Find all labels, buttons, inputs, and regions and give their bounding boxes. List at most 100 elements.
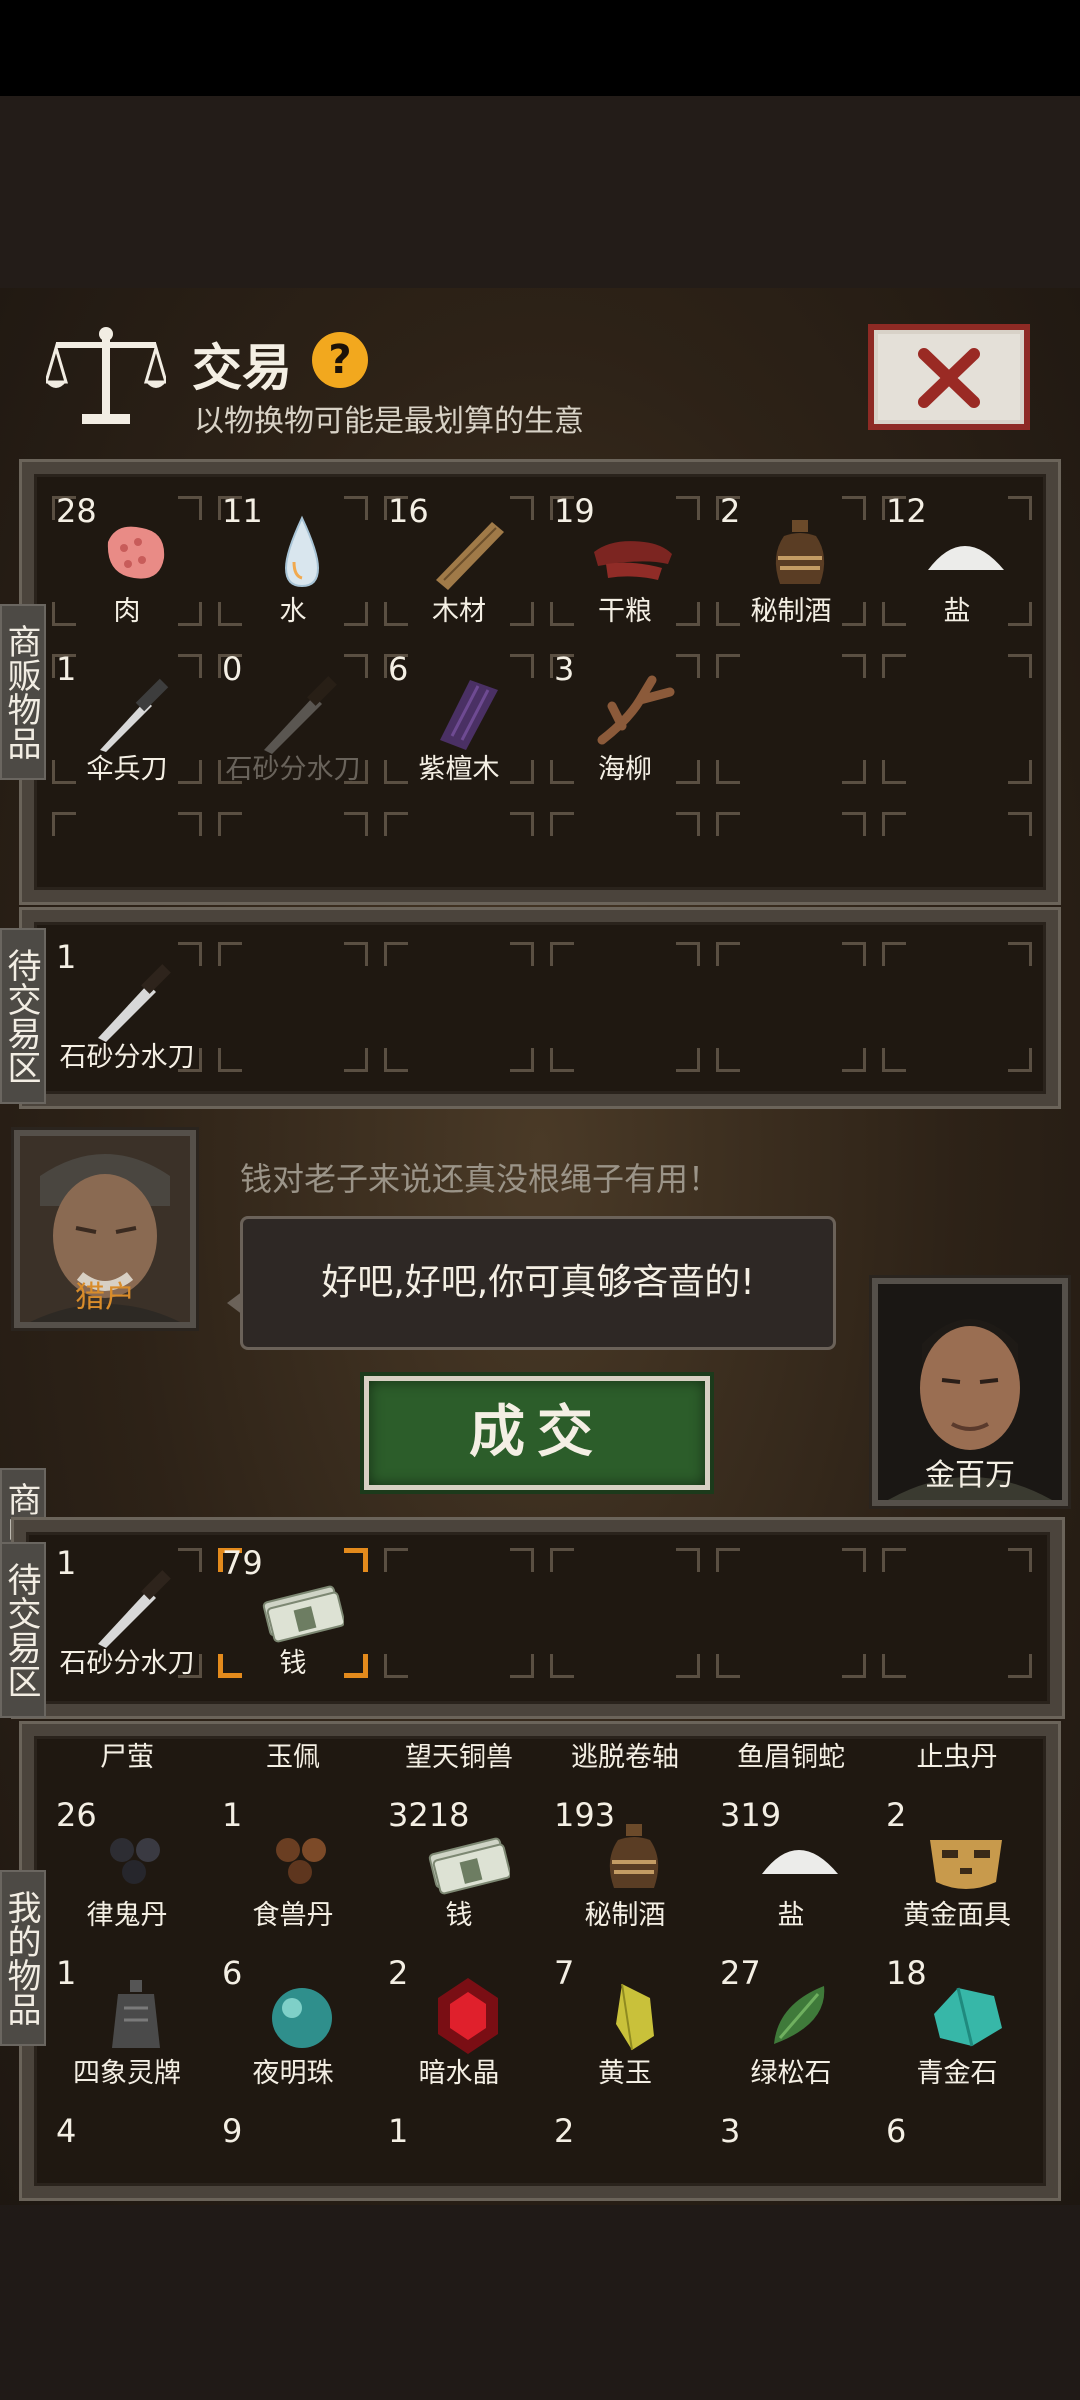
player-item-slot[interactable]: 鱼眉铜蛇 bbox=[710, 1738, 872, 1782]
player-item-slot[interactable]: 6 bbox=[876, 2106, 1038, 2178]
pills-brown-icon bbox=[276, 1838, 326, 1884]
item-count: 6 bbox=[388, 650, 409, 688]
item-name: 逃脱卷轴 bbox=[571, 1742, 679, 1773]
player-item-slot[interactable]: 2 暗水晶 bbox=[378, 1948, 540, 2098]
item-name: 干粮 bbox=[598, 596, 652, 627]
merchant-item-slot[interactable]: 2 秘制酒 bbox=[710, 486, 872, 636]
player-item-slot[interactable]: 3218 钱 bbox=[378, 1790, 540, 1940]
help-button[interactable]: ? bbox=[312, 332, 368, 388]
item-name: 木材 bbox=[432, 596, 486, 627]
player-item-slot[interactable]: 止虫丹 bbox=[876, 1738, 1038, 1782]
merchant-item-slot[interactable]: 16 木材 bbox=[378, 486, 540, 636]
empty-slot[interactable] bbox=[544, 932, 706, 1082]
merchant-item-slot[interactable]: 3 海柳 bbox=[544, 644, 706, 794]
merchant-pending-label: 待交易区 bbox=[0, 928, 46, 1104]
merchant-item-slot[interactable]: 28 肉 bbox=[46, 486, 208, 636]
player-item-slot[interactable]: 1 bbox=[378, 2106, 540, 2178]
deal-button[interactable]: 成交 bbox=[364, 1376, 710, 1490]
empty-slot[interactable] bbox=[378, 1538, 540, 1688]
salt-icon bbox=[928, 546, 1004, 570]
player-item-slot[interactable]: 1 四象灵牌 bbox=[46, 1948, 208, 2098]
item-count: 6 bbox=[222, 1954, 243, 1992]
player-item-slot[interactable]: 望天铜兽 bbox=[378, 1738, 540, 1782]
empty-slot[interactable] bbox=[46, 802, 208, 862]
player-item-slot[interactable]: 1 食兽丹 bbox=[212, 1790, 374, 1940]
pending-item-slot[interactable]: 1 石砂分水刀 bbox=[46, 932, 208, 1082]
player-portrait[interactable]: 金百万 bbox=[872, 1278, 1068, 1506]
player-item-slot[interactable]: 2 黄金面具 bbox=[876, 1790, 1038, 1940]
jerky-icon bbox=[594, 541, 672, 580]
item-name: 肉 bbox=[113, 596, 141, 627]
empty-slot[interactable] bbox=[710, 802, 872, 862]
merchant-item-slot[interactable]: 11 水 bbox=[212, 486, 374, 636]
player-item-slot[interactable]: 9 bbox=[212, 2106, 374, 2178]
empty-slot[interactable] bbox=[876, 802, 1038, 862]
item-name: 海柳 bbox=[598, 754, 652, 785]
item-count: 2 bbox=[886, 1796, 907, 1834]
player-item-slot[interactable]: 6 夜明珠 bbox=[212, 1948, 374, 2098]
page-subtitle: 以物换物可能是最划算的生意 bbox=[194, 404, 584, 439]
item-name: 鱼眉铜蛇 bbox=[737, 1742, 845, 1773]
empty-slot[interactable] bbox=[876, 932, 1038, 1082]
empty-slot[interactable] bbox=[378, 802, 540, 862]
empty-slot[interactable] bbox=[544, 802, 706, 862]
item-name: 食兽丹 bbox=[252, 1900, 334, 1931]
merchant-item-slot[interactable]: 12 盐 bbox=[876, 486, 1038, 636]
knife-icon bbox=[98, 964, 171, 1042]
player-item-slot[interactable]: 尸萤 bbox=[46, 1738, 208, 1782]
player-item-slot[interactable]: 7 黄玉 bbox=[544, 1948, 706, 2098]
npc-portrait[interactable]: 猎户 bbox=[14, 1130, 196, 1328]
pills-dark-icon bbox=[110, 1838, 160, 1884]
npc-dialog-line: 钱对老子来说还真没根绳子有用！ bbox=[240, 1160, 721, 1198]
empty-slot[interactable] bbox=[212, 802, 374, 862]
player-item-slot[interactable]: 玉佩 bbox=[212, 1738, 374, 1782]
empty-slot[interactable] bbox=[710, 932, 872, 1082]
item-count: 3 bbox=[554, 650, 575, 688]
empty-slot[interactable] bbox=[876, 1538, 1038, 1688]
merchant-item-slot[interactable]: 6 紫檀木 bbox=[378, 644, 540, 794]
player-item-slot[interactable]: 2 bbox=[544, 2106, 706, 2178]
pending-item-slot[interactable]: 1 石砂分水刀 bbox=[46, 1538, 208, 1688]
empty-slot[interactable] bbox=[710, 1538, 872, 1688]
item-count: 12 bbox=[886, 492, 927, 530]
player-item-slot[interactable]: 18 青金石 bbox=[876, 1948, 1038, 2098]
bell-icon bbox=[112, 1980, 160, 2048]
gold-mask-icon bbox=[930, 1840, 1002, 1889]
item-count: 7 bbox=[554, 1954, 575, 1992]
item-name: 盐 bbox=[777, 1900, 805, 1931]
item-name: 石砂分水刀 bbox=[225, 754, 361, 785]
item-name: 青金石 bbox=[916, 2058, 998, 2089]
my-goods-scroll[interactable]: 尸萤 玉佩 望天铜兽 逃脱卷轴 鱼眉铜蛇 止虫丹 26 律鬼丹 1 食兽丹 32… bbox=[46, 1738, 1046, 2178]
player-item-slot[interactable]: 3 bbox=[710, 2106, 872, 2178]
empty-slot[interactable] bbox=[378, 932, 540, 1082]
empty-slot[interactable] bbox=[876, 644, 1038, 794]
item-name: 玉佩 bbox=[266, 1742, 320, 1773]
player-item-slot[interactable]: 27 绿松石 bbox=[710, 1948, 872, 2098]
sea-willow-icon bbox=[597, 675, 675, 745]
player-item-slot[interactable]: 26 律鬼丹 bbox=[46, 1790, 208, 1940]
empty-slot[interactable] bbox=[710, 644, 872, 794]
item-count: 0 bbox=[222, 650, 243, 688]
empty-slot[interactable] bbox=[544, 1538, 706, 1688]
topaz-icon bbox=[616, 1983, 654, 2051]
turquoise-icon bbox=[774, 1986, 825, 2044]
player-item-slot[interactable]: 193 秘制酒 bbox=[544, 1790, 706, 1940]
dark-crystal-icon bbox=[438, 1978, 498, 2054]
item-count: 9 bbox=[222, 2112, 243, 2150]
pending-item-slot-selected[interactable]: 79 钱 bbox=[212, 1538, 374, 1688]
player-item-slot[interactable]: 319 盐 bbox=[710, 1790, 872, 1940]
empty-slot[interactable] bbox=[212, 932, 374, 1082]
item-name: 钱 bbox=[279, 1648, 307, 1679]
npc-name: 猎户 bbox=[75, 1280, 135, 1315]
player-item-slot[interactable]: 逃脱卷轴 bbox=[544, 1738, 706, 1782]
item-name: 暗水晶 bbox=[418, 2058, 500, 2089]
close-button[interactable] bbox=[868, 324, 1030, 430]
player-item-slot[interactable]: 4 bbox=[46, 2106, 208, 2178]
item-count: 11 bbox=[222, 492, 263, 530]
merchant-item-slot[interactable]: 19 干粮 bbox=[544, 486, 706, 636]
speech-bubble-text: 好吧,好吧,你可真够吝啬的! bbox=[321, 1262, 755, 1303]
merchant-item-slot[interactable]: 1 伞兵刀 bbox=[46, 644, 208, 794]
merchant-item-slot[interactable]: 0 石砂分水刀 bbox=[212, 644, 374, 794]
wood-icon bbox=[436, 522, 504, 590]
item-count: 18 bbox=[886, 1954, 927, 1992]
